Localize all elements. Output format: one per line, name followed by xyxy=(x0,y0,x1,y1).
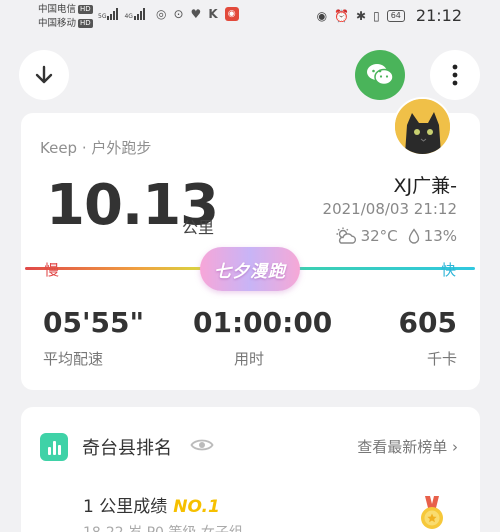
result-rank: NO.1 xyxy=(173,497,220,517)
carrier-2: 中国移动 xyxy=(38,18,77,29)
ranking-title: 奇台县排名 xyxy=(82,438,172,459)
result-row: 1 公里成绩 NO.1 xyxy=(83,492,220,517)
alarm-icon: ⏰ xyxy=(334,8,350,23)
event-badge-text: 七夕漫跑 xyxy=(214,261,286,282)
net-5g-label: 5G xyxy=(98,13,107,20)
avatar[interactable] xyxy=(393,97,452,156)
humidity: 13% xyxy=(423,227,457,245)
weather-info: 32°C 13% xyxy=(335,227,457,245)
hd-badge: HD xyxy=(78,19,93,28)
signal-group: 5G 4G xyxy=(98,8,145,20)
bar-chart-icon xyxy=(40,433,68,461)
weather-sun-cloud-icon xyxy=(336,227,356,244)
username: XJ广兼- xyxy=(393,175,457,197)
spiral-app-icon: ◎ xyxy=(156,7,167,21)
carrier-1: 中国电信 xyxy=(38,4,77,15)
wechat-share-button[interactable] xyxy=(355,50,405,100)
humidity-drop-icon xyxy=(408,228,419,244)
heart-app-icon: ♥ xyxy=(190,7,202,21)
temperature: 32°C xyxy=(360,227,398,245)
distance-unit: 公里 xyxy=(182,218,215,237)
more-vertical-icon xyxy=(452,64,458,86)
view-leaderboard-link[interactable]: 查看最新榜单 › xyxy=(357,436,458,457)
activity-source: Keep · 户外跑步 xyxy=(40,139,152,157)
result-label: 1 公里成绩 xyxy=(83,497,168,517)
music-app-icon: ◉ xyxy=(224,7,239,21)
duration-value: 01:00:00 xyxy=(193,306,333,339)
download-button[interactable] xyxy=(19,50,69,100)
eye-icon[interactable] xyxy=(190,437,214,453)
avg-pace-value: 05'55" xyxy=(43,306,145,339)
hd-badge: HD xyxy=(78,5,93,14)
notification-icons: ◎ ⊙ ♥ K ◉ xyxy=(156,7,239,21)
eye-comfort-icon: ◉ xyxy=(316,8,328,23)
activity-datetime: 2021/08/03 21:12 xyxy=(322,200,457,218)
more-button[interactable] xyxy=(430,50,480,100)
avg-pace-label: 平均配速 xyxy=(43,350,104,368)
k-app-icon: K xyxy=(208,7,218,21)
pace-fast-label: 快 xyxy=(441,261,457,279)
signal-icon xyxy=(133,8,145,20)
event-badge[interactable]: 七夕漫跑 xyxy=(200,247,300,291)
vibrate-icon: ▯ xyxy=(373,8,380,23)
wechat-icon xyxy=(367,64,394,86)
calories-value: 605 xyxy=(398,306,457,339)
battery-icon: 64 xyxy=(386,9,405,22)
calories-label: 千卡 xyxy=(426,350,457,368)
bluetooth-icon: ✱ xyxy=(356,8,367,23)
status-bar: 中国电信 HD 中国移动 HD 5G 4G ◎ ⊙ ♥ K ◉ ◉ ⏰ ✱ ▯ 64… xyxy=(0,0,500,34)
status-clock: 21:12 xyxy=(415,6,462,25)
steps-app-icon: ⊙ xyxy=(173,7,184,21)
medal-icon xyxy=(421,496,443,529)
system-status: ◉ ⏰ ✱ ▯ 64 21:12 xyxy=(317,6,462,25)
carrier-info: 中国电信 HD 中国移动 HD xyxy=(38,3,93,31)
download-icon xyxy=(35,65,53,84)
result-detail: 18-22 岁 P0 等级 女子组 xyxy=(83,522,243,532)
pace-slow-label: 慢 xyxy=(44,261,60,279)
duration-label: 用时 xyxy=(234,350,265,368)
signal-icon xyxy=(107,8,119,20)
avatar-cat-image xyxy=(395,99,450,154)
net-4g-label: 4G xyxy=(124,13,133,20)
